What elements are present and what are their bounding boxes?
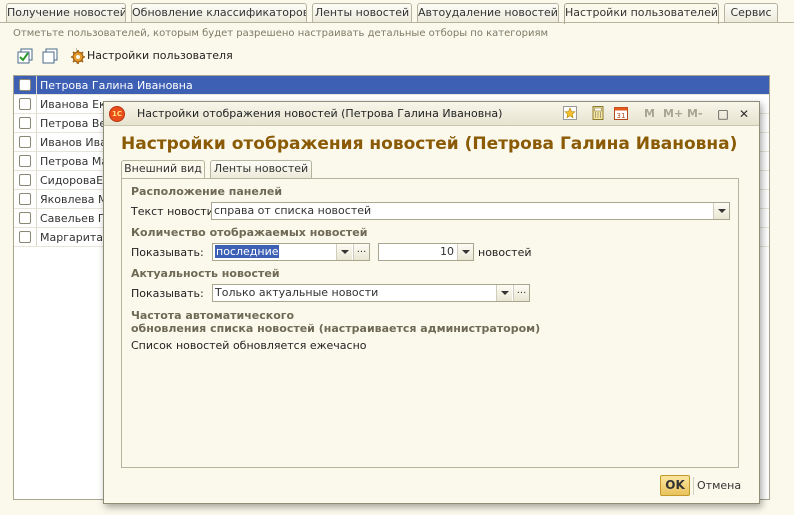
dialog-heading: Настройки отображения новостей (Петрова … — [121, 134, 738, 154]
row-checkbox[interactable] — [19, 212, 31, 224]
uncheck-all-icon[interactable] — [41, 47, 59, 65]
tab-divider — [0, 22, 794, 23]
relevance-title: Актуальность новостей — [131, 267, 280, 280]
chevron-down-icon[interactable] — [336, 244, 352, 260]
chevron-down-icon[interactable] — [496, 285, 512, 301]
row-checkbox[interactable] — [19, 174, 31, 186]
memory-button[interactable]: M — [644, 106, 655, 122]
hint-text: Отметьте пользователей, которым будет ра… — [13, 28, 549, 39]
row-checkbox[interactable] — [19, 98, 31, 110]
row-checkbox[interactable] — [19, 231, 31, 243]
tab-classifier-update[interactable]: Обновление классификаторов — [131, 3, 307, 23]
news-count-mode-select[interactable]: последние ... — [212, 243, 370, 261]
panel-layout-title: Расположение панелей — [131, 185, 283, 198]
news-count-show-label: Показывать: — [131, 246, 204, 259]
news-count-number-value: 10 — [440, 245, 454, 258]
memory-minus-button[interactable]: M- — [687, 106, 703, 122]
dialog-titlebar[interactable]: 1С Настройки отображения новостей (Петро… — [104, 102, 759, 126]
user-settings-button[interactable]: Настройки пользователя — [87, 49, 233, 62]
tab-news-receiving[interactable]: Получение новостей — [6, 3, 126, 23]
maximize-icon[interactable]: □ — [715, 106, 731, 122]
news-text-label: Текст новости: — [131, 205, 218, 218]
window-title: Настройки отображения новостей (Петрова … — [137, 107, 503, 120]
users-toolbar: Настройки пользователя — [13, 46, 413, 66]
tab-auto-delete[interactable]: Автоудаление новостей — [417, 3, 559, 23]
news-count-number-select[interactable]: 10 — [378, 243, 474, 261]
news-count-unit: новостей — [478, 246, 532, 259]
check-all-icon[interactable] — [16, 47, 34, 65]
news-text-position-select[interactable]: справа от списка новостей — [211, 202, 730, 220]
app-logo-icon: 1С — [109, 106, 125, 122]
ellipsis-button[interactable]: ... — [353, 244, 369, 260]
cancel-button[interactable]: Отмена — [697, 479, 741, 492]
favorite-star-icon[interactable] — [562, 106, 578, 122]
chevron-down-icon[interactable] — [713, 203, 729, 219]
button-separator — [693, 477, 694, 495]
auto-update-title-line1: Частота автоматического — [131, 309, 295, 322]
close-icon[interactable]: ✕ — [736, 106, 752, 122]
tab-service[interactable]: Сервис — [724, 3, 778, 23]
auto-update-title-line2: обновления списка новостей (настраиваетс… — [131, 322, 541, 335]
calculator-icon[interactable] — [590, 106, 606, 122]
gear-icon[interactable] — [69, 47, 87, 65]
tab-user-settings[interactable]: Настройки пользователей — [564, 3, 719, 24]
news-text-position-value: справа от списка новостей — [214, 204, 372, 217]
memory-plus-button[interactable]: M+ — [663, 106, 683, 122]
appearance-panel: Расположение панелей Текст новости: спра… — [121, 178, 739, 468]
ellipsis-button[interactable]: ... — [513, 285, 529, 301]
news-display-settings-dialog: 1С Настройки отображения новостей (Петро… — [103, 101, 760, 504]
tab-dialog-news-feeds[interactable]: Ленты новостей — [210, 160, 312, 178]
auto-update-info: Список новостей обновляется ежечасно — [131, 339, 367, 352]
relevance-select[interactable]: Только актуальные новости ... — [212, 284, 530, 302]
table-row[interactable]: Петрова Галина Ивановна — [14, 76, 769, 95]
row-checkbox[interactable] — [19, 193, 31, 205]
tab-appearance[interactable]: Внешний вид — [121, 160, 205, 179]
row-checkbox[interactable] — [19, 136, 31, 148]
news-count-mode-value: последние — [215, 245, 280, 258]
tab-news-feeds[interactable]: Ленты новостей — [312, 3, 412, 23]
relevance-show-label: Показывать: — [131, 287, 204, 300]
main-tabstrip: Получение новостей Обновление классифика… — [0, 3, 794, 24]
relevance-value: Только актуальные новости — [215, 286, 379, 299]
row-checkbox[interactable] — [19, 117, 31, 129]
news-count-title: Количество отображаемых новостей — [131, 226, 368, 239]
calendar-icon[interactable]: 31 — [613, 106, 629, 122]
row-checkbox[interactable] — [19, 79, 31, 91]
row-checkbox[interactable] — [19, 155, 31, 167]
user-name: Петрова Галина Ивановна — [40, 79, 193, 92]
ok-button[interactable]: OK — [660, 475, 690, 496]
svg-text:31: 31 — [617, 112, 626, 120]
chevron-down-icon[interactable] — [457, 244, 473, 260]
